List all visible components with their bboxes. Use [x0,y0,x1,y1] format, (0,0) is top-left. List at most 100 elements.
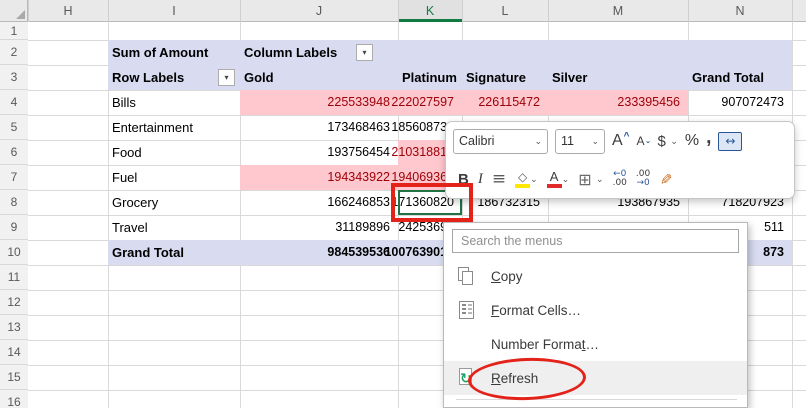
cell-N9[interactable]: 511 [764,215,784,240]
cell-I2[interactable]: Sum of Amount [112,40,208,65]
mini-toolbar: Calibri ⌄ 11 ⌄ A^ Aˇ $ ⌄ % , ↔ [445,121,795,199]
select-all-corner[interactable] [0,0,28,22]
cell-M3[interactable]: Silver [552,65,587,90]
cell-J3[interactable]: Gold [244,65,274,90]
comma-style-button[interactable]: , [706,133,711,149]
cell-I6[interactable]: Food [112,140,142,165]
selected-column-underline [398,19,462,22]
menu-item-label: Format Cells… [491,303,581,318]
chevron-down-icon: ⌄ [596,175,604,184]
row-header-8[interactable]: 8 [0,190,28,215]
column-header-divider [28,0,29,22]
cell-L3[interactable]: Signature [466,65,526,90]
font-color-bar [547,184,562,188]
cell-N4[interactable]: 907072473 [721,90,784,115]
dollar-icon: $ [658,133,666,150]
cell-L4[interactable]: 226115472 [478,90,540,115]
autofit-column-width-button[interactable]: ↔ [718,132,742,151]
column-header-I[interactable]: I [108,0,240,22]
cell-N10[interactable]: 873 [763,240,784,265]
chevron-down-icon: ⌄ [670,137,678,146]
cell-J2[interactable]: Column Labels [244,40,337,65]
percent-icon: % [685,132,699,150]
cell-N3[interactable]: Grand Total [692,65,764,90]
menu-search-input[interactable] [452,229,739,253]
font-color-button[interactable]: A ⌄ [547,170,570,188]
blank-icon [457,334,479,354]
cell-J6[interactable]: 193756454 [327,140,390,165]
cell-J8[interactable]: 166246853 [327,190,390,215]
row-header-15[interactable]: 15 [0,365,28,390]
column-header-J[interactable]: J [240,0,398,22]
grow-font-button[interactable]: A^ [612,132,630,150]
cell-K4[interactable]: 222027597 [391,90,454,115]
cell-J7[interactable]: 194343922 [327,165,390,190]
menu-item-format-cells[interactable]: Format Cells… [444,293,747,327]
row-header-6[interactable]: 6 [0,140,28,165]
row-header-10[interactable]: 10 [0,240,28,265]
format-painter-button[interactable]: ✎ [659,170,672,188]
menu-item-copy[interactable]: Copy [444,259,747,293]
cell-I4[interactable]: Bills [112,90,136,115]
cell-I9[interactable]: Travel [112,215,148,240]
format-painter-icon: ✎ [657,173,675,186]
row-header-12[interactable]: 12 [0,290,28,315]
chevron-down-icon: ⌄ [534,137,542,146]
column-header-M[interactable]: M [548,0,688,22]
row-header-9[interactable]: 9 [0,215,28,240]
align-center-icon[interactable]: ≡ [492,169,506,189]
chevron-down-icon: ⌄ [562,175,570,184]
row-header-3[interactable]: 3 [0,65,28,90]
row-header-4[interactable]: 4 [0,90,28,115]
row-labels-filter-button[interactable]: ▾ [218,69,235,86]
chevron-down-icon: ⌄ [591,137,599,146]
mini-toolbar-row-2: B I ≡ ◇ ⌄ A ⌄ ⊞ ⌄ ←0 .00 [446,160,794,198]
cell-I10[interactable]: Grand Total [112,240,184,265]
cell-I7[interactable]: Fuel [112,165,137,190]
comma-icon: , [706,127,711,149]
cell-I8[interactable]: Grocery [112,190,158,215]
row-header-1[interactable]: 1 [0,22,28,40]
column-header-divider [398,0,399,22]
row-header-7[interactable]: 7 [0,165,28,190]
annotation-red-rectangle [391,183,473,222]
cell-J5[interactable]: 173468463 [327,115,390,140]
row-header-11[interactable]: 11 [0,265,28,290]
increase-decimal-button[interactable]: ←0 .00 [613,170,627,188]
column-header-divider [240,0,241,22]
accounting-format-button[interactable]: $ ⌄ [658,132,678,150]
column-labels-filter-button[interactable]: ▾ [356,44,373,61]
row-header-14[interactable]: 14 [0,340,28,365]
shrink-font-button[interactable]: Aˇ [637,134,651,148]
column-header-L[interactable]: L [462,0,548,22]
column-header-divider [688,0,689,22]
format-cells-icon [457,300,479,320]
cell-J4[interactable]: 225533948 [327,90,390,115]
italic-button[interactable]: I [478,171,483,188]
menu-item-number-format[interactable]: Number Format… [444,327,747,361]
cell-K3[interactable]: Platinum [402,65,457,90]
font-name-select[interactable]: Calibri ⌄ [453,129,548,154]
shrink-font-icon: A [637,134,645,148]
cell-J9[interactable]: 31189896 [335,215,390,240]
fill-bucket-icon: ◇ [518,171,527,183]
fill-color-button[interactable]: ◇ ⌄ [515,171,538,188]
font-size-select[interactable]: 11 ⌄ [555,129,605,154]
cell-M4[interactable]: 233395456 [617,90,680,115]
percent-style-button[interactable]: % [685,132,699,150]
borders-button[interactable]: ⊞ ⌄ [578,170,603,189]
cell-I5[interactable]: Entertainment [112,115,193,140]
cell-J10[interactable]: 984539536 [327,240,390,265]
fill-color-bar [515,184,530,188]
row-header-16[interactable]: 16 [0,390,28,408]
caret-down-icon: ˇ [646,141,651,152]
column-header-H[interactable]: H [28,0,108,22]
row-header-13[interactable]: 13 [0,315,28,340]
row-header-5[interactable]: 5 [0,115,28,140]
cell-I3[interactable]: Row Labels [112,65,184,90]
column-header-divider [792,0,793,22]
column-header-N[interactable]: N [688,0,792,22]
row-header-2[interactable]: 2 [0,40,28,65]
grow-font-icon: A [612,132,623,150]
decrease-decimal-button[interactable]: .00 →0 [636,170,650,188]
